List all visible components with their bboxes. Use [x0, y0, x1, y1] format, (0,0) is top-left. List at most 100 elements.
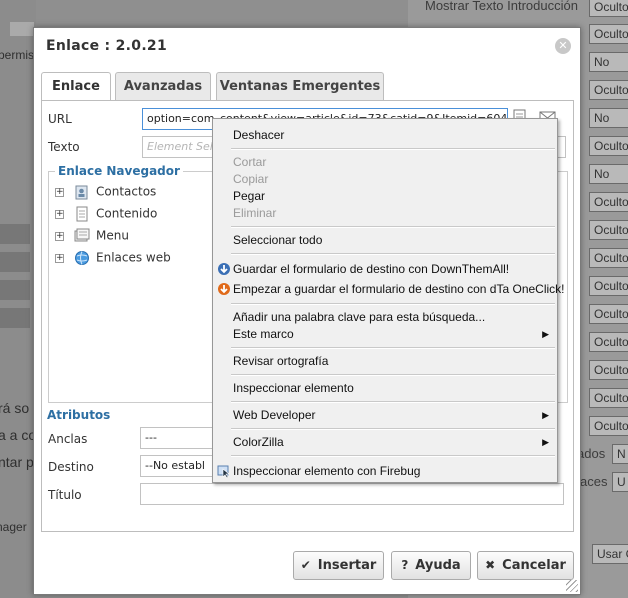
menu-separator — [231, 374, 555, 376]
menu-item-spellcheck[interactable]: Revisar ortografía — [213, 351, 557, 371]
menu-item-downthemall[interactable]: Guardar el formulario de destino con Dow… — [213, 259, 557, 279]
help-icon: ? — [401, 558, 409, 572]
setting-select[interactable]: Oculto — [589, 416, 628, 436]
menu-separator — [231, 401, 555, 403]
destination-select[interactable]: --No establ — [140, 455, 220, 477]
menu-separator — [231, 455, 555, 457]
checkmark-icon: ✔ — [300, 558, 311, 572]
tree-item-content[interactable]: + Contenido — [55, 206, 157, 224]
destination-label: Destino — [48, 460, 94, 474]
setting-select[interactable]: Oculto — [589, 220, 628, 240]
setting-select[interactable]: No — [589, 52, 628, 72]
setting-select[interactable]: Oculto — [589, 276, 628, 296]
setting-select[interactable]: U — [612, 472, 628, 492]
menu-item-delete[interactable]: Eliminar — [213, 203, 557, 223]
tree-item-weblinks[interactable]: + Enlaces web — [55, 250, 171, 268]
cancel-button-label: Cancelar — [502, 558, 566, 573]
bg-text: a a co — [0, 427, 37, 443]
insert-button[interactable]: ✔ Insertar — [293, 551, 384, 580]
expand-icon[interactable]: + — [55, 187, 64, 197]
bg-dropdown[interactable] — [10, 22, 34, 36]
setting-select[interactable]: Oculto — [589, 304, 628, 324]
bg-label: aces — [580, 474, 608, 489]
close-icon: ✖ — [485, 558, 496, 572]
bg-label: ados — [577, 446, 606, 461]
menu-item-label: Deshacer — [233, 128, 285, 142]
bg-toolbar-button[interactable] — [0, 308, 30, 328]
menu-item-undo[interactable]: Deshacer — [213, 125, 557, 145]
tree-item-contacts[interactable]: + Contactos — [55, 184, 156, 202]
bg-text: ntar p — [0, 454, 34, 470]
firebug-icon — [217, 465, 230, 478]
tree-item-label: Menu — [96, 228, 129, 243]
menu-separator — [231, 253, 555, 255]
menu-item-select-all[interactable]: Seleccionar todo — [213, 230, 557, 250]
help-button[interactable]: ? Ayuda — [391, 551, 471, 580]
expand-icon[interactable]: + — [55, 209, 64, 219]
expand-icon[interactable]: + — [55, 231, 64, 241]
expand-icon[interactable]: + — [55, 253, 64, 263]
anchors-label: Anclas — [48, 432, 88, 446]
setting-select[interactable]: Oculto — [589, 360, 628, 380]
menu-item-label: Este marco — [233, 327, 294, 341]
submenu-arrow-icon: ▶ — [542, 410, 549, 420]
cancel-button[interactable]: ✖ Cancelar — [477, 551, 574, 580]
tab-advanced[interactable]: Avanzadas — [115, 72, 211, 100]
menu-item-firebug[interactable]: Inspeccionar elemento con Firebug — [213, 461, 557, 481]
bg-toolbar-button[interactable] — [0, 280, 30, 300]
menu-item-label: Añadir una palabra clave para esta búsqu… — [233, 310, 486, 324]
menu-item-label: Eliminar — [233, 206, 277, 220]
setting-select[interactable]: Oculto — [589, 192, 628, 212]
menu-item-dta-oneclick[interactable]: Empezar a guardar el formulario de desti… — [213, 279, 565, 299]
title-label: Título — [48, 488, 82, 502]
menu-item-this-frame[interactable]: Este marco ▶ — [213, 324, 557, 344]
submenu-arrow-icon: ▶ — [542, 329, 549, 339]
bg-text: nager — [0, 520, 27, 534]
downthemall-icon — [218, 263, 230, 275]
menu-separator — [231, 347, 555, 349]
menu-item-colorzilla[interactable]: ColorZilla ▶ — [213, 432, 557, 452]
setting-select[interactable]: Oculto — [589, 388, 628, 408]
menu-icon — [74, 228, 90, 242]
menu-item-label: Web Developer — [233, 408, 316, 422]
submenu-arrow-icon: ▶ — [542, 437, 549, 447]
setting-select[interactable]: Oculto — [589, 136, 628, 156]
menu-separator — [231, 148, 555, 150]
navigator-title: Enlace Navegador — [55, 164, 183, 178]
text-label: Texto — [48, 140, 80, 154]
tab-link[interactable]: Enlace — [41, 72, 111, 101]
resize-grip-icon[interactable] — [566, 580, 578, 592]
setting-select[interactable]: No — [589, 164, 628, 184]
tab-popups[interactable]: Ventanas Emergentes — [216, 72, 384, 100]
menu-item-web-developer[interactable]: Web Developer ▶ — [213, 405, 557, 425]
tree-item-label: Enlaces web — [96, 250, 171, 265]
bg-text: rá so — [0, 400, 30, 416]
menu-item-inspect[interactable]: Inspeccionar elemento — [213, 378, 557, 398]
dta-oneclick-icon — [218, 283, 230, 295]
context-menu: Deshacer Cortar Copiar Pegar Eliminar Se… — [212, 118, 565, 483]
menu-item-label: Revisar ortografía — [233, 354, 329, 368]
anchors-select[interactable]: --- — [140, 427, 220, 449]
setting-select[interactable]: Oculto — [589, 80, 628, 100]
intro-text-setting-label: Mostrar Texto Introducción — [425, 0, 578, 13]
bg-text: permis — [0, 48, 35, 62]
menu-item-label: Inspeccionar elemento — [233, 381, 354, 395]
url-label: URL — [48, 112, 72, 126]
help-button-label: Ayuda — [415, 558, 461, 573]
usar-select[interactable]: Usar G — [592, 544, 628, 564]
text-input-placeholder: Element Sel — [147, 140, 213, 153]
contacts-icon — [75, 185, 88, 200]
close-icon[interactable]: ✕ — [555, 38, 571, 54]
menu-separator — [231, 226, 555, 228]
globe-icon — [75, 251, 89, 265]
setting-select[interactable]: Oculto — [589, 248, 628, 268]
setting-select[interactable]: No — [589, 108, 628, 128]
tree-item-menu[interactable]: + Menu — [55, 228, 129, 246]
title-input[interactable] — [140, 483, 564, 505]
setting-select[interactable]: N — [612, 444, 628, 464]
bg-toolbar-button[interactable] — [0, 252, 30, 272]
setting-select[interactable]: Oculto — [589, 0, 628, 17]
bg-toolbar-button[interactable] — [0, 224, 30, 244]
setting-select[interactable]: Oculto — [589, 24, 628, 44]
setting-select[interactable]: Oculto — [589, 332, 628, 352]
